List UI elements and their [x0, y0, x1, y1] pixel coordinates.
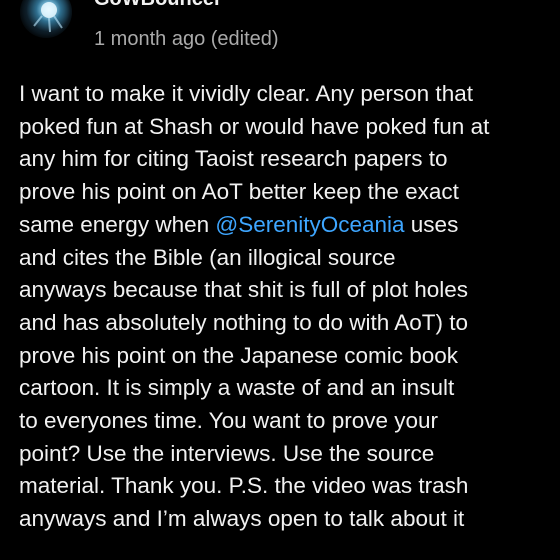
comment-line: I want to make it vividly clear. Any per… [19, 81, 473, 106]
comment-line: anyways and I’m always open to talk abou… [19, 506, 465, 532]
avatar[interactable] [20, 0, 72, 38]
comment-thread-item: GoWBouncer 1 month ago (edited) I want t… [0, 0, 560, 560]
comment-line: anyways because that shit is full of plo… [19, 277, 469, 303]
comment-line-with-mention: same energy when @SerenityOceania uses [19, 209, 554, 242]
comment-line: to everyones time. You want to prove you… [19, 408, 438, 434]
comment-line: point? Use the interviews. Use the sourc… [19, 440, 435, 466]
comment-line: and has absolutely nothing to do with Ao… [19, 309, 469, 335]
comment-text: I want to make it vividly clear. Any per… [19, 78, 554, 536]
comment-line-fragment: same energy when [19, 211, 216, 237]
comment-line: and cites the Bible (an illogical source [19, 244, 396, 270]
avatar-image [33, 2, 63, 33]
comment-line: prove his point on AoT better keep the e… [19, 179, 459, 205]
comment-line: prove his point on the Japanese comic bo… [19, 342, 459, 368]
comment-line-fragment: uses [404, 211, 459, 237]
comment-line: cartoon. It is simply a waste of and an … [19, 375, 455, 401]
comment-line: poked fun at Shash or would have poked f… [19, 113, 490, 139]
comment-line: any him for citing Taoist research paper… [19, 146, 448, 172]
comment-line: material. Thank you. P.S. the video was … [19, 473, 469, 499]
comment-timestamp: 1 month ago (edited) [94, 28, 279, 50]
mention-link[interactable]: @SerenityOceania [215, 212, 404, 237]
comment-author[interactable]: GoWBouncer [94, 0, 222, 11]
